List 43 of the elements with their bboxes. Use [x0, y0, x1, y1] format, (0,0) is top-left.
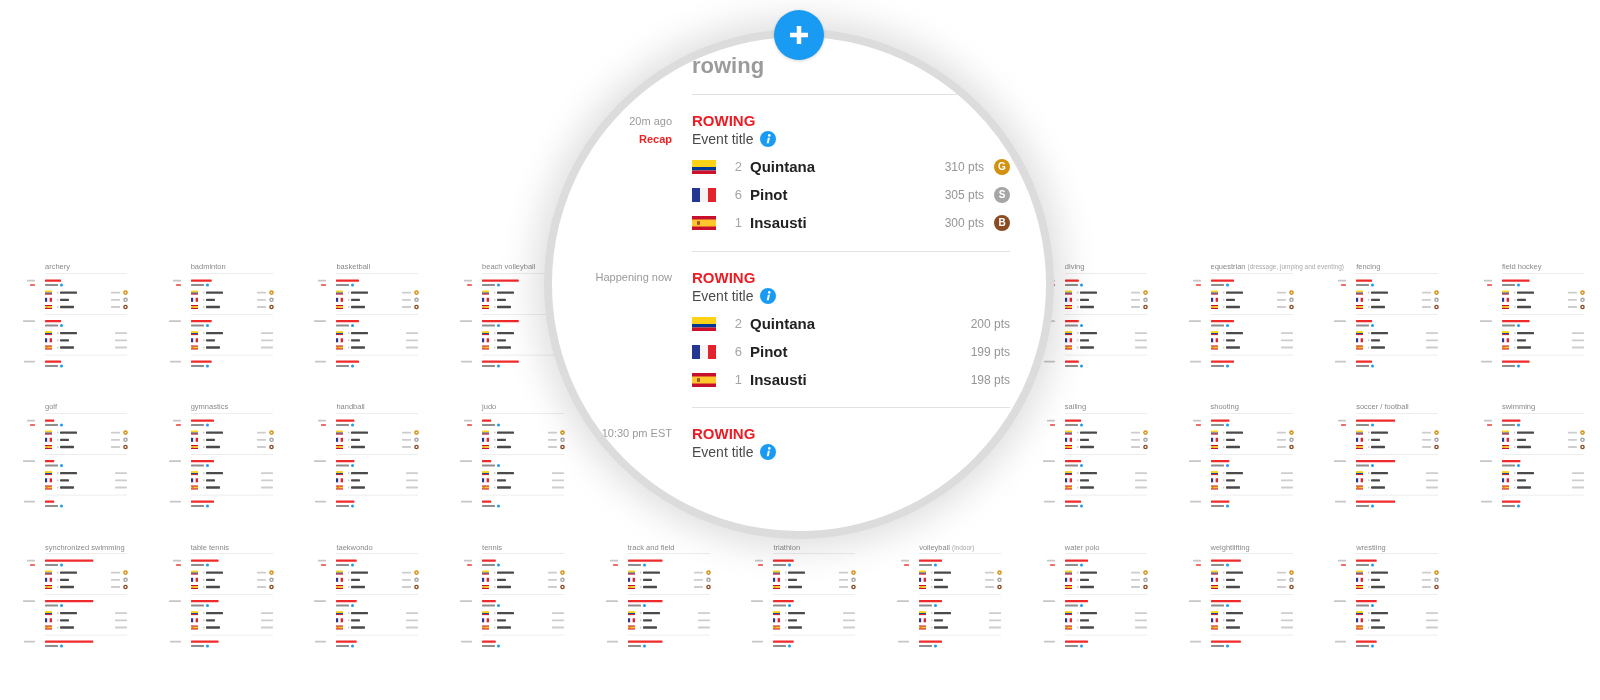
- info-icon[interactable]: [760, 131, 777, 147]
- info-icon[interactable]: [760, 444, 777, 460]
- event-time: Happening now: [595, 270, 672, 284]
- spain-flag-icon: [692, 216, 716, 230]
- athlete-name: Insausti: [750, 214, 807, 232]
- athlete-points: 300 pts: [944, 215, 984, 231]
- event-title: Event title: [692, 287, 754, 305]
- event-title: Event title: [692, 130, 754, 148]
- plus-button[interactable]: [774, 10, 824, 60]
- medal-badge: G: [994, 159, 1010, 175]
- athlete-points: 198 pts: [970, 372, 1010, 388]
- athlete-points: 199 pts: [970, 344, 1010, 360]
- sport-title: rowing: [692, 53, 765, 79]
- medal-badge: B: [994, 215, 1010, 231]
- athlete-rank: 2: [734, 159, 742, 175]
- athlete-rank: 6: [734, 187, 742, 203]
- athlete-name: Quintana: [750, 158, 815, 176]
- plus-icon: [790, 26, 808, 44]
- athlete-name: Pinot: [750, 343, 788, 361]
- athlete-points: 200 pts: [970, 316, 1010, 332]
- info-icon[interactable]: [760, 288, 777, 304]
- france-flag-icon: [692, 345, 716, 359]
- athlete-rank: 1: [734, 372, 742, 388]
- athlete-points: 310 pts: [944, 159, 984, 175]
- sport-label: ROWING: [692, 425, 756, 443]
- medal-badge: S: [994, 187, 1010, 203]
- athlete-rank: 1: [734, 215, 742, 231]
- recap-link[interactable]: Recap: [638, 132, 672, 146]
- athlete-name: Pinot: [750, 186, 788, 204]
- sport-label: ROWING: [692, 112, 756, 130]
- colombia-flag-icon: [692, 160, 716, 174]
- france-flag-icon: [692, 188, 716, 202]
- athlete-rank: 2: [734, 316, 742, 332]
- colombia-flag-icon: [692, 317, 716, 331]
- event-title: Event title: [692, 443, 754, 461]
- spain-flag-icon: [692, 373, 716, 387]
- athlete-name: Insausti: [750, 371, 807, 389]
- athlete-rank: 6: [734, 344, 742, 360]
- athlete-name: Quintana: [750, 315, 815, 333]
- event-time: 20m ago: [629, 114, 672, 128]
- event-time: 10:30 pm EST: [601, 426, 672, 440]
- athlete-points: 305 pts: [944, 187, 984, 203]
- sport-label: ROWING: [692, 269, 756, 287]
